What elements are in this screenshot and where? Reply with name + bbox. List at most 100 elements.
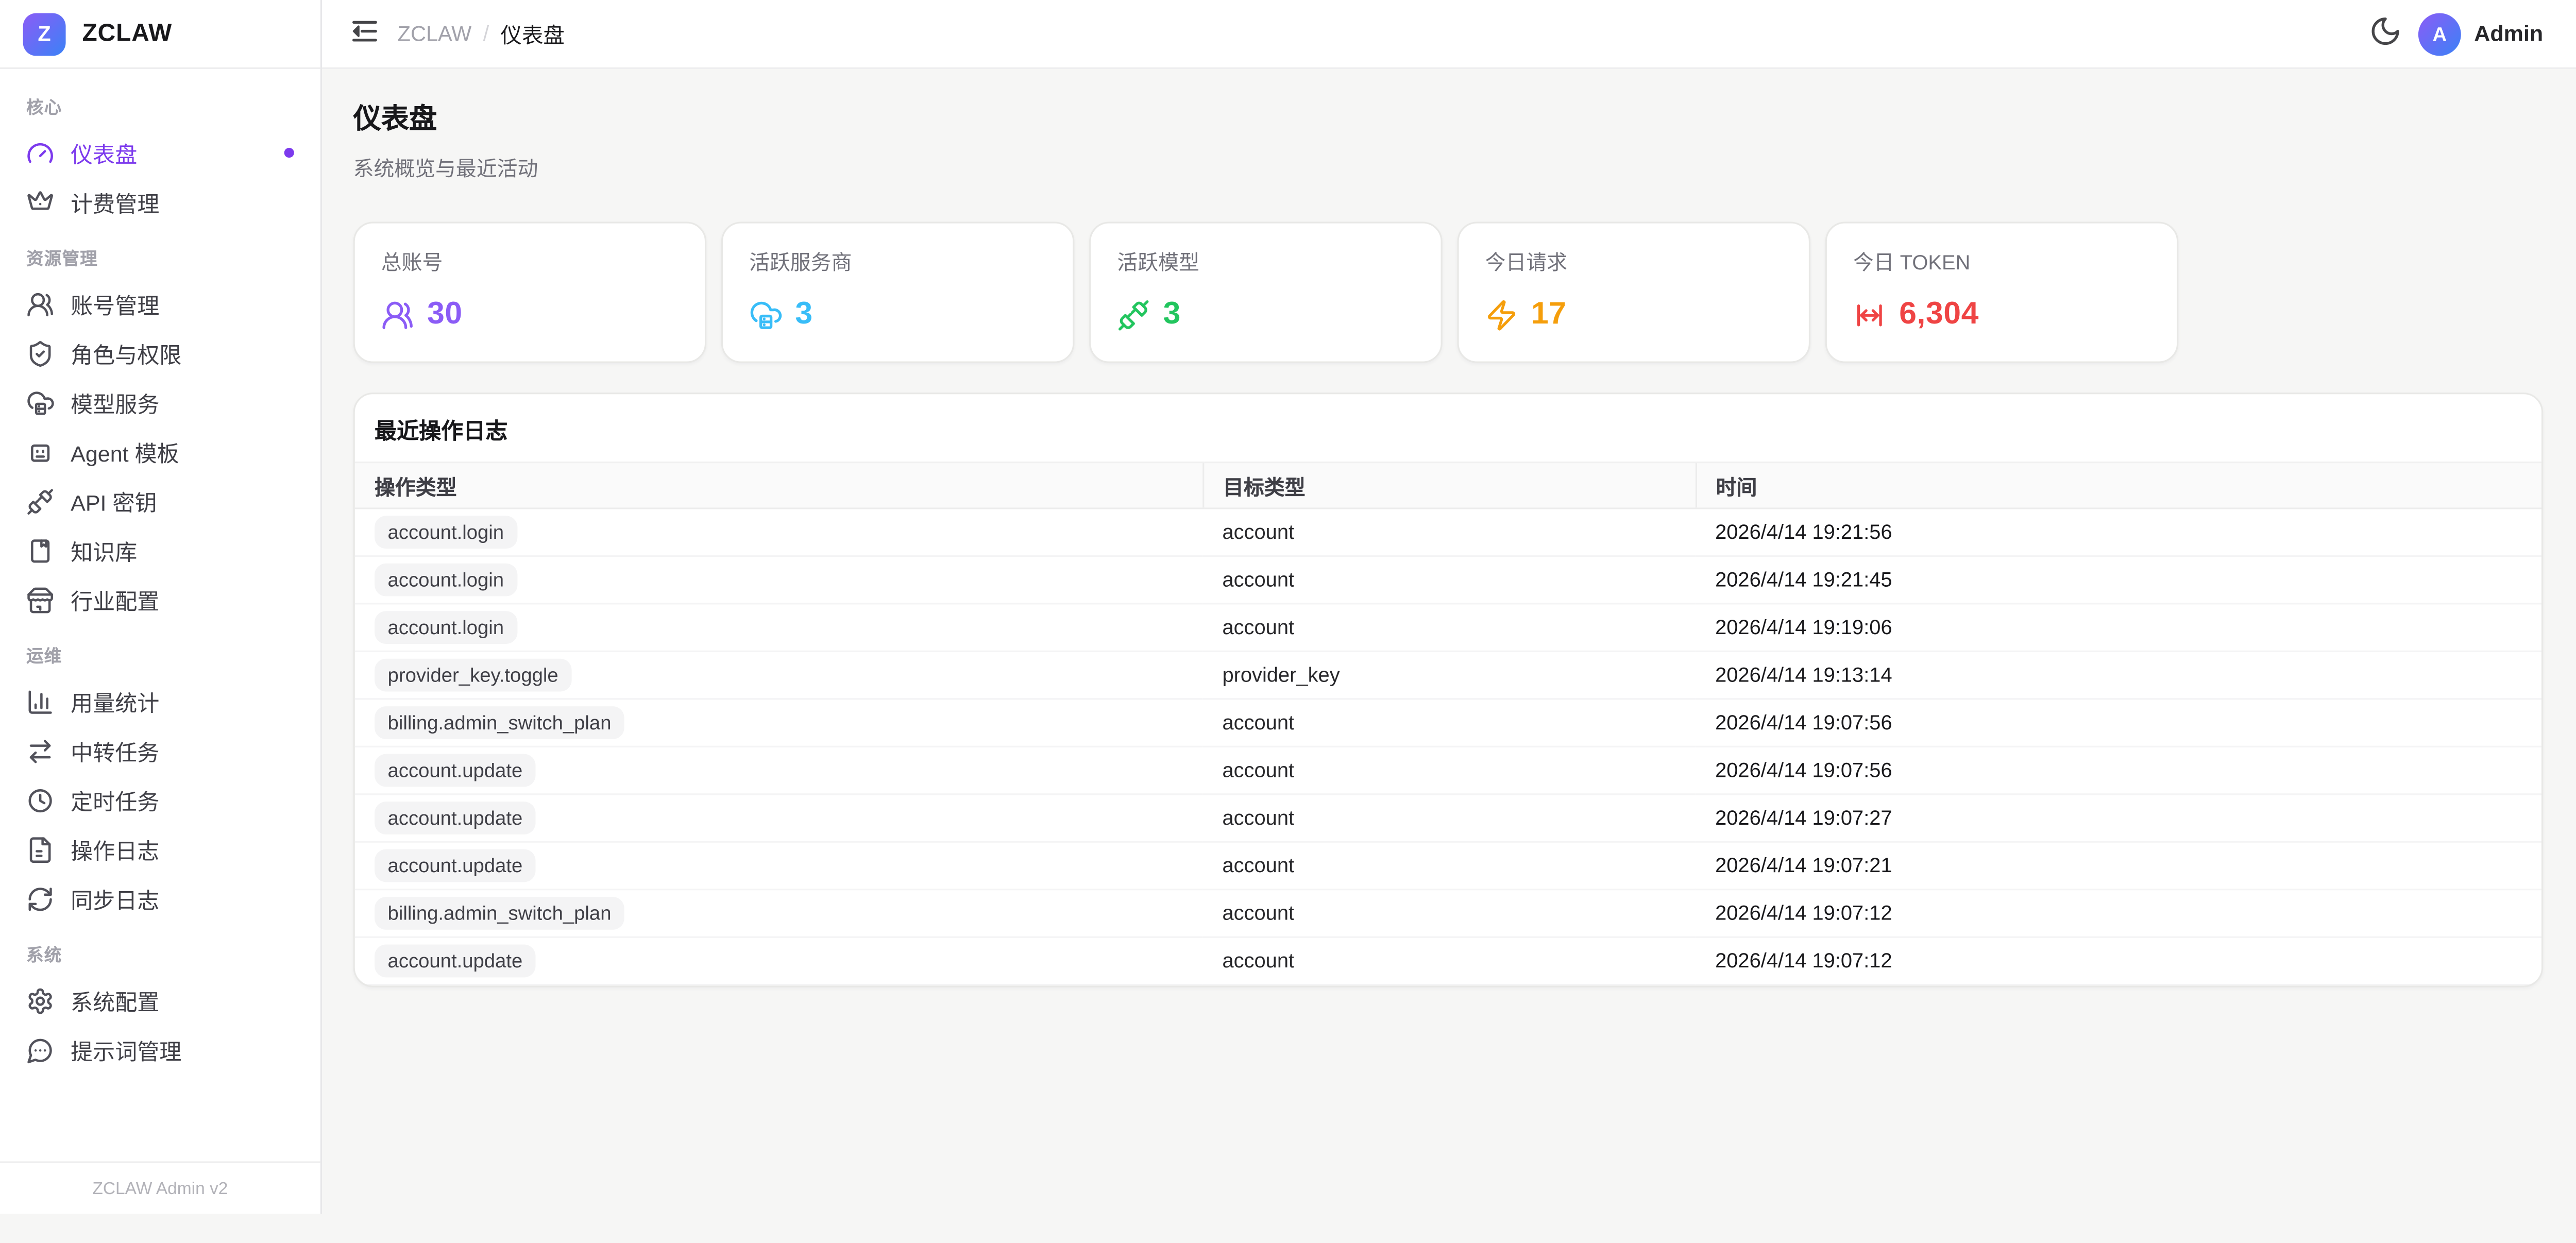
sidebar-item-model-services[interactable]: 模型服务 (13, 378, 308, 427)
file-text-icon (26, 835, 54, 863)
sidebar-item-system-config[interactable]: 系统配置 (13, 976, 308, 1025)
time-cell: 2026/4/14 19:07:12 (1696, 937, 2541, 984)
table-body: account.loginaccount2026/4/14 19:21:56ac… (355, 508, 2541, 985)
sidebar-item-label: 行业配置 (71, 583, 159, 616)
sidebar-item-operation-logs[interactable]: 操作日志 (13, 825, 308, 874)
users-icon (381, 299, 414, 332)
recent-logs-title: 最近操作日志 (355, 394, 2541, 462)
dark-mode-toggle[interactable] (2369, 17, 2402, 50)
sidebar-item-relay-tasks[interactable]: 中转任务 (13, 726, 308, 775)
breadcrumb-current: 仪表盘 (500, 18, 564, 49)
column-header: 目标类型 (1202, 463, 1696, 508)
stat-value: 30 (427, 297, 463, 333)
sidebar-item-api-keys[interactable]: API 密钥 (13, 476, 308, 526)
stat-label: 今日请求 (1485, 245, 1783, 276)
sidebar-item-dashboard[interactable]: 仪表盘 (13, 128, 308, 178)
action-type-badge: account.update (375, 802, 536, 835)
cloud-server-icon (26, 388, 54, 416)
time-cell: 2026/4/14 19:13:14 (1696, 651, 2541, 699)
sidebar-section-label: 系统 (13, 923, 308, 976)
stat-value: 3 (1163, 297, 1181, 333)
action-type-badge: account.login (375, 611, 517, 644)
table-header-row: 操作类型目标类型时间 (355, 463, 2541, 508)
user-name: Admin (2474, 21, 2543, 46)
page-subtitle: 系统概览与最近活动 (353, 151, 2544, 182)
stat-card-4: 今日请求 17 (1457, 222, 1810, 363)
avatar: A (2418, 12, 2461, 55)
column-header: 时间 (1696, 463, 2541, 508)
sidebar-item-accounts[interactable]: 账号管理 (13, 279, 308, 329)
stat-label: 活跃服务商 (749, 245, 1046, 276)
token-range-icon (1853, 299, 1886, 332)
active-indicator-dot (284, 148, 294, 158)
breadcrumb-separator: / (483, 21, 489, 46)
sidebar-item-label: 提示词管理 (71, 1033, 181, 1066)
sidebar-item-roles[interactable]: 角色与权限 (13, 329, 308, 378)
action-type-badge: billing.admin_switch_plan (375, 897, 624, 930)
stat-card-5: 今日 TOKEN6,304 (1825, 222, 2179, 363)
table-row: account.updateaccount2026/4/14 19:07:27 (355, 794, 2541, 842)
target-type-cell: account (1202, 604, 1696, 651)
sidebar-item-sync-logs[interactable]: 同步日志 (13, 874, 308, 923)
user-menu[interactable]: A Admin (2418, 12, 2543, 55)
stat-label: 活跃模型 (1117, 245, 1414, 276)
time-cell: 2026/4/14 19:07:21 (1696, 842, 2541, 889)
topbar: ZCLAW / 仪表盘 A Admin (322, 0, 2576, 69)
stat-value: 17 (1531, 297, 1567, 333)
table-row: account.updateaccount2026/4/14 19:07:56 (355, 746, 2541, 794)
sidebar-item-label: 定时任务 (71, 784, 159, 816)
recent-logs-table: 操作类型目标类型时间 account.loginaccount2026/4/14… (355, 462, 2541, 985)
sidebar-item-cron-tasks[interactable]: 定时任务 (13, 775, 308, 825)
app-root: Z ZCLAW 核心仪表盘计费管理资源管理账号管理角色与权限模型服务Agent … (0, 0, 2576, 1214)
app-title: ZCLAW (82, 20, 172, 47)
stat-card-3: 活跃模型 3 (1089, 222, 1443, 363)
stat-value: 6,304 (1899, 297, 1979, 333)
sidebar-item-knowledge-base[interactable]: 知识库 (13, 525, 308, 575)
table-row: provider_key.toggleprovider_key2026/4/14… (355, 651, 2541, 699)
logo-icon: Z (23, 12, 66, 55)
gear-icon (26, 986, 54, 1014)
target-type-cell: account (1202, 746, 1696, 794)
table-row: account.update account2026/4/14 19:07:21 (355, 842, 2541, 889)
table-row: account.login account2026/4/14 19:19:06 (355, 604, 2541, 651)
column-header: 操作类型 (355, 463, 1202, 508)
breadcrumb-root[interactable]: ZCLAW (398, 21, 472, 46)
target-type-cell: account (1202, 937, 1696, 984)
sidebar-item-label: 知识库 (71, 534, 137, 567)
target-type-cell: account (1202, 794, 1696, 842)
sidebar-section-label: 运维 (13, 624, 308, 677)
sidebar-item-label: 账号管理 (71, 287, 159, 320)
action-type-badge: billing.admin_switch_plan (375, 706, 624, 739)
table-row: account.updateaccount2026/4/14 19:07:12 (355, 937, 2541, 984)
sidebar-item-label: 计费管理 (71, 185, 159, 218)
sidebar: Z ZCLAW 核心仪表盘计费管理资源管理账号管理角色与权限模型服务Agent … (0, 0, 322, 1214)
action-type-badge: account.update (375, 754, 536, 787)
gauge-icon (26, 139, 54, 166)
stat-cards: 总账号30活跃服务商3活跃模型3今日请求17今日 TOKEN6,304 (353, 222, 2544, 363)
refresh-icon (26, 884, 54, 912)
sidebar-item-label: 系统配置 (71, 984, 159, 1017)
sidebar-item-label: 仪表盘 (71, 137, 137, 169)
sidebar-item-prompt-management[interactable]: 提示词管理 (13, 1025, 308, 1075)
sidebar-nav: 核心仪表盘计费管理资源管理账号管理角色与权限模型服务Agent 模板API 密钥… (0, 69, 320, 1162)
collapse-sidebar-icon (348, 15, 381, 53)
time-cell: 2026/4/14 19:07:56 (1696, 699, 2541, 746)
sidebar-collapse-button[interactable] (348, 17, 381, 50)
sidebar-item-industry-config[interactable]: 行业配置 (13, 575, 308, 624)
swap-icon (26, 737, 54, 764)
sidebar-item-billing[interactable]: 计费管理 (13, 177, 308, 227)
target-type-cell: account (1202, 890, 1696, 937)
table-row: account.loginaccount2026/4/14 19:21:45 (355, 556, 2541, 603)
logo: Z ZCLAW (0, 0, 320, 69)
action-type-badge: account.update (375, 849, 536, 882)
sidebar-item-usage-stats[interactable]: 用量统计 (13, 677, 308, 726)
sidebar-item-label: 操作日志 (71, 833, 159, 866)
cloud-server-icon (749, 299, 782, 332)
sidebar-item-agent-templates[interactable]: Agent 模板 (13, 427, 308, 476)
target-type-cell: account (1202, 842, 1696, 889)
time-cell: 2026/4/14 19:19:06 (1696, 604, 2541, 651)
bar-chart-icon (26, 688, 54, 716)
target-type-cell: account (1202, 556, 1696, 603)
stat-card-1: 总账号30 (353, 222, 707, 363)
moon-icon (2369, 15, 2402, 53)
